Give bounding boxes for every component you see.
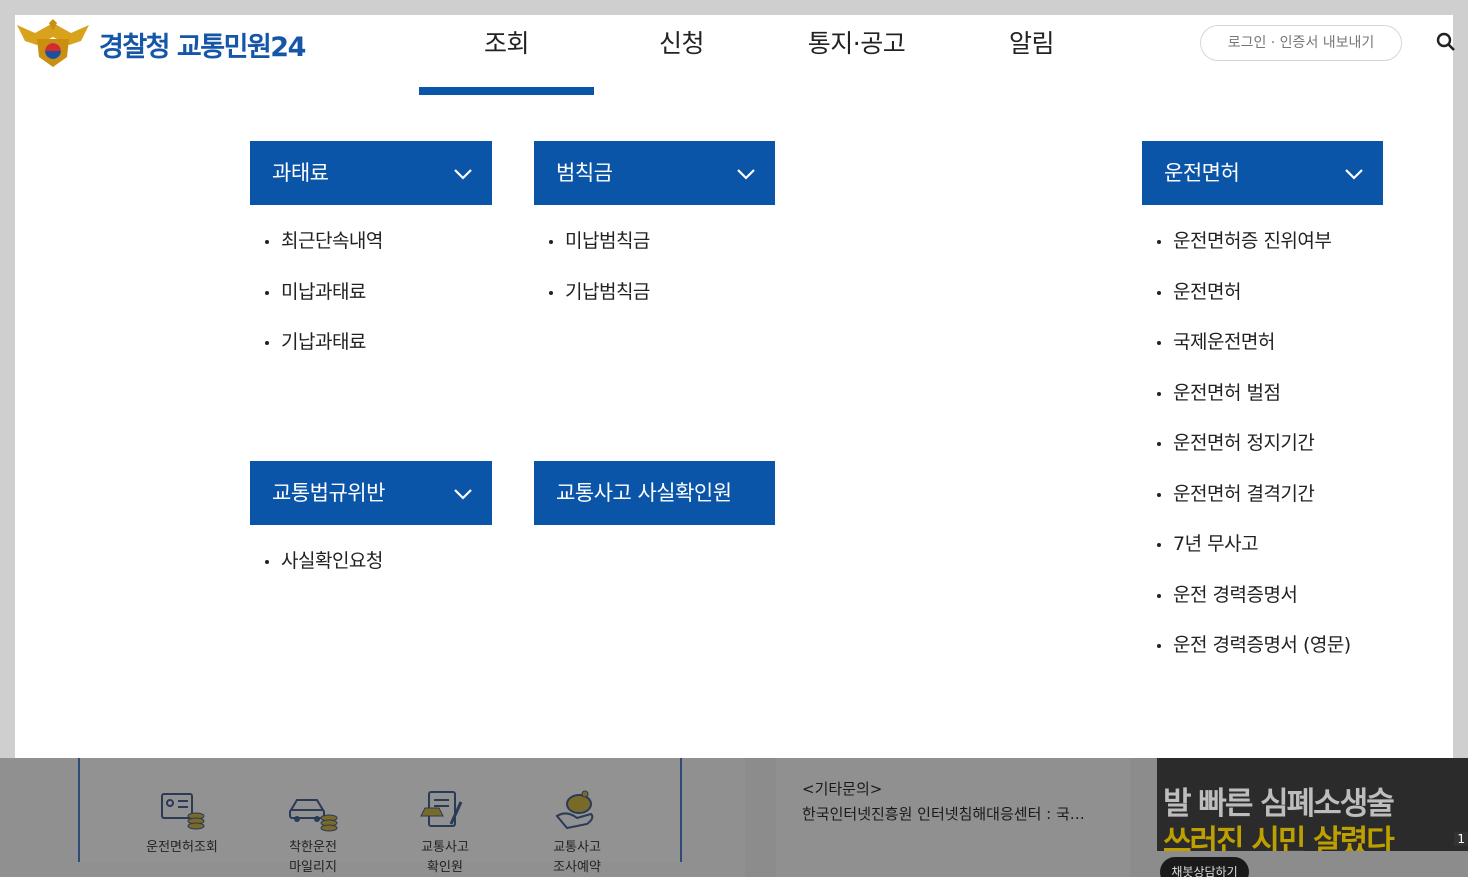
menu-violation-title: 교통법규위반 (272, 481, 385, 505)
menu-accident-title: 교통사고 사실확인원 (556, 481, 732, 505)
banner-page-indicator: 1 (1454, 832, 1468, 846)
menu-license-item[interactable]: 운전 경력증명서 (1157, 583, 1351, 634)
menu-license-list: 운전면허증 진위여부 운전면허 국제운전면허 운전면허 벌점 운전면허 정지기간… (1157, 229, 1351, 684)
top-gray-strip (0, 0, 1468, 15)
police-emblem-icon (17, 19, 89, 67)
chevron-down-icon (454, 489, 472, 500)
menu-violation-header[interactable]: 교통법규위반 (250, 461, 492, 525)
news-category: <기타문의> (802, 780, 883, 798)
nav-inquiry[interactable]: 조회 (419, 15, 594, 95)
menu-penalty-title: 범칙금 (556, 161, 613, 185)
chevron-down-icon (454, 169, 472, 180)
nav-apply[interactable]: 신청 (594, 15, 769, 95)
menu-accident-header[interactable]: 교통사고 사실확인원 (534, 461, 775, 525)
menu-penalty-header[interactable]: 범칙금 (534, 141, 775, 205)
menu-fine-header[interactable]: 과태료 (250, 141, 492, 205)
chevron-down-icon (1345, 169, 1363, 180)
menu-license-item[interactable]: 운전면허증 진위여부 (1157, 229, 1351, 280)
promo-banner[interactable]: 발 빠른 심폐소생술 쓰러진 시민 살렸다 1 (1157, 758, 1468, 851)
menu-penalty-item[interactable]: 기납범칙금 (549, 280, 650, 331)
menu-violation-item[interactable]: 사실확인요청 (265, 549, 383, 600)
news-panel: <기타문의> 한국인터넷진흥원 인터넷침해대응센터 : 국… (776, 758, 1130, 877)
menu-license-header[interactable]: 운전면허 (1142, 141, 1383, 205)
menu-fine-list: 최근단속내역 미납과태료 기납과태료 (265, 229, 383, 381)
site-logo[interactable]: 경찰청 교통민원24 (15, 19, 306, 69)
quick-link-label-line1: 착한운전 (289, 840, 337, 855)
banner-headline-2: 쓰러진 시민 살렸다 (1163, 824, 1395, 851)
nav-news[interactable]: 알림 (944, 15, 1119, 95)
menu-fine-title: 과태료 (272, 161, 329, 185)
menu-license-item[interactable]: 운전면허 정지기간 (1157, 431, 1351, 482)
search-icon[interactable] (1436, 32, 1456, 52)
main-navigation: 조회 신청 통지·공고 알림 (419, 15, 1119, 95)
piggy-bank-icon (555, 790, 594, 830)
menu-fine-item[interactable]: 최근단속내역 (265, 229, 383, 280)
dimmed-background: 운전면허조회 착한운전 마일리지 교통사고 확인원 교통사고 조사예약 <기타문… (0, 758, 1468, 877)
quick-link-label-line2: 확인원 (427, 860, 463, 875)
logo-text: 경찰청 교통민원24 (99, 31, 306, 63)
quick-link-label: 운전면허조회 (146, 840, 218, 855)
chatbot-consult-button[interactable]: 채봇상담하기 (1160, 857, 1249, 877)
menu-license-item[interactable]: 운전면허 벌점 (1157, 381, 1351, 432)
left-gray-strip (0, 15, 15, 760)
license-card-icon (161, 793, 205, 830)
quick-link-label-line1: 교통사고 (421, 840, 469, 855)
menu-license-item[interactable]: 운전면허 결격기간 (1157, 482, 1351, 533)
quick-link-mileage[interactable]: 착한운전 마일리지 (258, 788, 368, 877)
document-pen-icon (420, 791, 463, 827)
quick-link-accident-confirm[interactable]: 교통사고 확인원 (390, 788, 500, 877)
car-coins-icon (289, 799, 338, 832)
mega-menu-panel: 경찰청 교통민원24 조회 신청 통지·공고 알림 로그인 · 인증서 내보내기… (15, 15, 1456, 758)
login-button[interactable]: 로그인 · 인증서 내보내기 (1200, 25, 1402, 61)
nav-notice[interactable]: 통지·공고 (769, 15, 944, 95)
right-gray-strip (1453, 15, 1468, 760)
chevron-down-icon (737, 169, 755, 180)
news-title-link[interactable]: 한국인터넷진흥원 인터넷침해대응센터 : 국… (802, 803, 1085, 824)
menu-license-item[interactable]: 운전 경력증명서 (영문) (1157, 633, 1351, 684)
menu-license-item[interactable]: 7년 무사고 (1157, 532, 1351, 583)
menu-license-item[interactable]: 운전면허 (1157, 280, 1351, 331)
menu-penalty-list: 미납범칙금 기납범칙금 (549, 229, 650, 330)
quick-link-label-line2: 마일리지 (289, 860, 337, 875)
menu-fine-item[interactable]: 미납과태료 (265, 280, 383, 331)
quick-link-label-line2: 조사예약 (553, 860, 601, 875)
quick-link-label-line1: 교통사고 (553, 840, 601, 855)
menu-license-title: 운전면허 (1164, 161, 1240, 185)
menu-penalty-item[interactable]: 미납범칙금 (549, 229, 650, 280)
menu-violation-list: 사실확인요청 (265, 549, 383, 600)
menu-fine-item[interactable]: 기납과태료 (265, 330, 383, 381)
quick-link-license[interactable]: 운전면허조회 (127, 788, 237, 858)
quick-link-accident-reservation[interactable]: 교통사고 조사예약 (522, 788, 632, 877)
menu-license-item[interactable]: 국제운전면허 (1157, 330, 1351, 381)
